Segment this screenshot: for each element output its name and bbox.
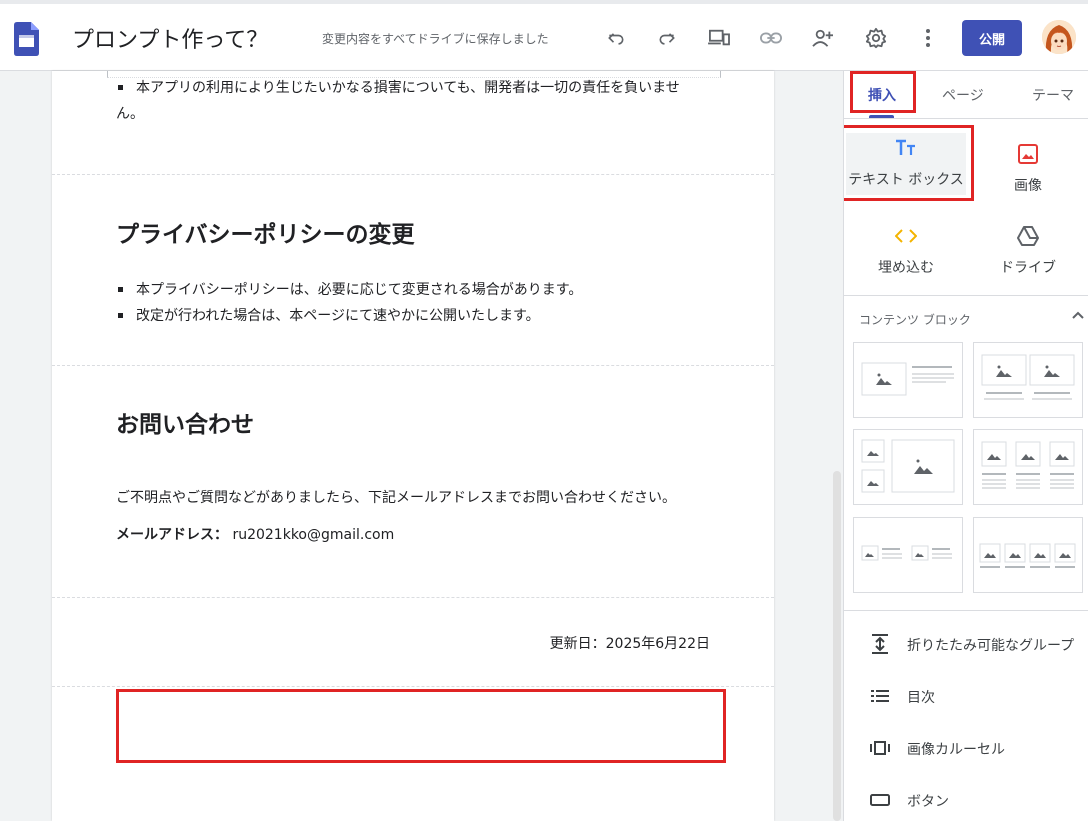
panel-divider [844, 610, 1088, 611]
right-panel: 挿入 ページ テーマ テキスト ボックス 画像 埋め込む ドライブ コンテンツ … [843, 71, 1088, 821]
section-divider [52, 597, 774, 598]
collapsible-group-icon [870, 634, 890, 654]
highlight-textbox-button [844, 125, 974, 201]
panel-divider [844, 295, 1088, 296]
insert-image-button[interactable]: 画像 [968, 139, 1088, 195]
section-divider [52, 174, 774, 175]
insert-drive-label: ドライブ [1000, 260, 1056, 276]
button-icon [870, 790, 890, 810]
publish-button[interactable]: 公開 [962, 20, 1022, 56]
button-item[interactable]: ボタン [844, 780, 1088, 820]
highlight-empty-section[interactable] [116, 689, 726, 763]
update-date[interactable]: 更新日：2025年6月22日 [550, 633, 710, 653]
list-item[interactable]: 本プライバシーポリシーは、必要に応じて変更される場合があります。 [116, 277, 582, 303]
content-block-two-text-images[interactable] [853, 517, 963, 593]
link-icon[interactable] [759, 26, 783, 50]
content-block-image-grid[interactable] [853, 429, 963, 505]
editor-canvas: 本アプリの利用により生じたいかなる損害についても、開発者は一切の責任を負いませ … [0, 71, 843, 821]
settings-gear-icon[interactable] [864, 26, 888, 50]
image-carousel-item[interactable]: 画像カルーセル [844, 728, 1088, 768]
preview-devices-icon[interactable] [707, 26, 731, 50]
content-block-four-columns[interactable] [973, 517, 1083, 593]
save-status: 変更内容をすべてドライブに保存しました [322, 32, 549, 46]
content-block-image-text[interactable] [853, 342, 963, 418]
email-value: ru2021kko@gmail.com [232, 527, 395, 543]
section-heading-contact[interactable]: お問い合わせ [116, 405, 254, 439]
email-label: メールアドレス： [116, 527, 228, 543]
table-of-contents-item[interactable]: 目次 [844, 676, 1088, 716]
table-of-contents-label: 目次 [907, 690, 935, 706]
page-ruler [107, 71, 721, 78]
list-item[interactable]: 改定が行われた場合は、本ページにて速やかに公開いたします。 [116, 303, 582, 329]
insert-embed-label: 埋め込む [878, 260, 934, 276]
list-item[interactable]: 本アプリの利用により生じたいかなる損害についても、開発者は一切の責任を負いませ … [116, 75, 680, 127]
sites-logo-icon[interactable] [14, 22, 39, 56]
insert-image-label: 画像 [1014, 178, 1042, 194]
button-label: ボタン [907, 794, 949, 810]
add-person-icon[interactable] [811, 26, 835, 50]
image-icon [968, 139, 1088, 169]
site-page: 本アプリの利用により生じたいかなる損害についても、開発者は一切の責任を負いませ … [52, 71, 774, 821]
content-block-two-images[interactable] [973, 342, 1083, 418]
privacy-change-list: 本プライバシーポリシーは、必要に応じて変更される場合があります。 改定が行われた… [116, 277, 582, 329]
embed-code-icon [846, 221, 966, 251]
section-divider [52, 686, 774, 687]
canvas-scrollbar[interactable] [833, 471, 841, 821]
top-strip [0, 0, 1088, 4]
disclaimer-list: 本アプリの利用により生じたいかなる損害についても、開発者は一切の責任を負いませ … [116, 75, 680, 127]
insert-drive-button[interactable]: ドライブ [968, 221, 1088, 277]
section-heading-privacy-change[interactable]: プライバシーポリシーの変更 [116, 215, 415, 249]
contact-paragraph[interactable]: ご不明点やご質問などがありましたら、下記メールアドレスまでお問い合わせください。 [116, 487, 676, 507]
avatar[interactable] [1042, 20, 1076, 54]
collapsible-group-label: 折りたたみ可能なグループ [907, 638, 1075, 654]
more-vert-icon[interactable] [916, 26, 940, 50]
content-block-three-columns[interactable] [973, 429, 1083, 505]
highlight-insert-tab [850, 71, 916, 113]
image-carousel-label: 画像カルーセル [907, 742, 1005, 758]
collapsible-group-item[interactable]: 折りたたみ可能なグループ [844, 624, 1088, 664]
redo-icon[interactable] [655, 26, 679, 50]
document-title[interactable]: プロンプト作って？ [72, 22, 268, 54]
tab-pages[interactable]: ページ [942, 85, 984, 105]
insert-embed-button[interactable]: 埋め込む [846, 221, 966, 277]
tab-themes[interactable]: テーマ [1032, 85, 1074, 105]
undo-icon[interactable] [604, 26, 628, 50]
drive-icon [968, 221, 1088, 251]
section-divider [52, 365, 774, 366]
contact-email[interactable]: メールアドレス： ru2021kko@gmail.com [116, 524, 394, 544]
table-of-contents-icon [870, 686, 890, 706]
content-blocks-title: コンテンツ ブロック [859, 313, 971, 327]
active-tab-indicator [869, 115, 894, 118]
top-bar: プロンプト作って？ 変更内容をすべてドライブに保存しました 公開 [0, 0, 1088, 71]
list-item-continuation: ん。 [116, 106, 144, 122]
image-carousel-icon [870, 738, 890, 758]
chevron-up-icon[interactable] [1070, 307, 1086, 323]
